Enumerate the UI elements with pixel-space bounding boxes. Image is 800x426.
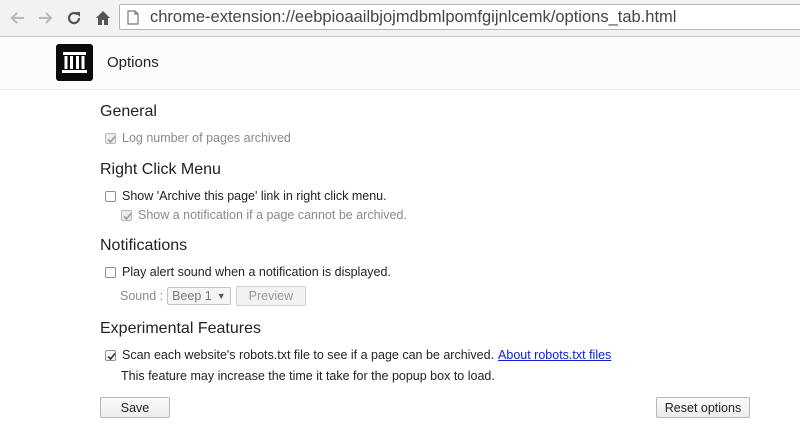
reload-button[interactable]: [62, 0, 86, 36]
sound-label: Sound :: [120, 289, 164, 303]
show-link-checkbox[interactable]: [105, 190, 116, 202]
checkmark-icon: [107, 352, 116, 360]
robots-checkbox[interactable]: [105, 349, 116, 361]
robots-label: Scan each website's robots.txt file to s…: [122, 348, 495, 362]
log-pages-checkbox[interactable]: [105, 132, 116, 144]
url-text: chrome-extension://eebpioaailbjojmdbmlpo…: [150, 8, 677, 26]
archive-logo-icon: [56, 44, 93, 81]
back-button[interactable]: [5, 0, 29, 36]
home-icon: [96, 11, 110, 25]
option-log-pages[interactable]: Log number of pages archived: [105, 131, 291, 145]
option-show-notification[interactable]: Show a notification if a page cannot be …: [121, 208, 407, 222]
sound-select[interactable]: Beep 1 ▼: [167, 287, 231, 305]
robots-note: This feature may increase the time it ta…: [121, 369, 495, 383]
reload-icon: [67, 11, 81, 25]
play-sound-label: Play alert sound when a notification is …: [122, 265, 391, 279]
dropdown-arrow-icon: ▼: [216, 291, 226, 301]
option-play-sound[interactable]: Play alert sound when a notification is …: [105, 265, 391, 279]
show-link-label: Show 'Archive this page' link in right c…: [122, 189, 387, 203]
arrow-right-icon: [39, 12, 53, 24]
page-title: Options: [107, 54, 159, 71]
show-notification-checkbox[interactable]: [121, 209, 132, 221]
address-bar[interactable]: chrome-extension://eebpioaailbjojmdbmlpo…: [119, 4, 800, 30]
page-icon: [127, 10, 139, 25]
option-show-link[interactable]: Show 'Archive this page' link in right c…: [105, 189, 387, 203]
save-button[interactable]: Save: [100, 397, 170, 418]
arrow-left-icon: [10, 12, 24, 24]
home-button[interactable]: [91, 0, 115, 36]
browser-toolbar: chrome-extension://eebpioaailbjojmdbmlpo…: [0, 0, 800, 37]
section-title-experimental: Experimental Features: [100, 320, 261, 337]
options-header: Options: [0, 37, 800, 90]
show-notification-label: Show a notification if a page cannot be …: [138, 208, 407, 222]
reset-options-button[interactable]: Reset options: [656, 397, 750, 418]
forward-button[interactable]: [34, 0, 58, 36]
section-title-right-click: Right Click Menu: [100, 161, 221, 178]
section-title-notifications: Notifications: [100, 237, 188, 254]
robots-note-text: This feature may increase the time it ta…: [121, 369, 495, 383]
checkmark-icon: [123, 212, 132, 220]
sound-row: Sound : Beep 1 ▼ Preview: [120, 286, 307, 306]
log-pages-label: Log number of pages archived: [122, 131, 291, 145]
checkmark-icon: [107, 135, 116, 143]
preview-button[interactable]: Preview: [235, 286, 307, 306]
section-title-general: General: [100, 103, 157, 120]
option-robots[interactable]: Scan each website's robots.txt file to s…: [105, 348, 611, 362]
about-robots-link[interactable]: About robots.txt files: [498, 348, 611, 362]
sound-select-value: Beep 1: [172, 289, 212, 303]
play-sound-checkbox[interactable]: [105, 266, 116, 278]
